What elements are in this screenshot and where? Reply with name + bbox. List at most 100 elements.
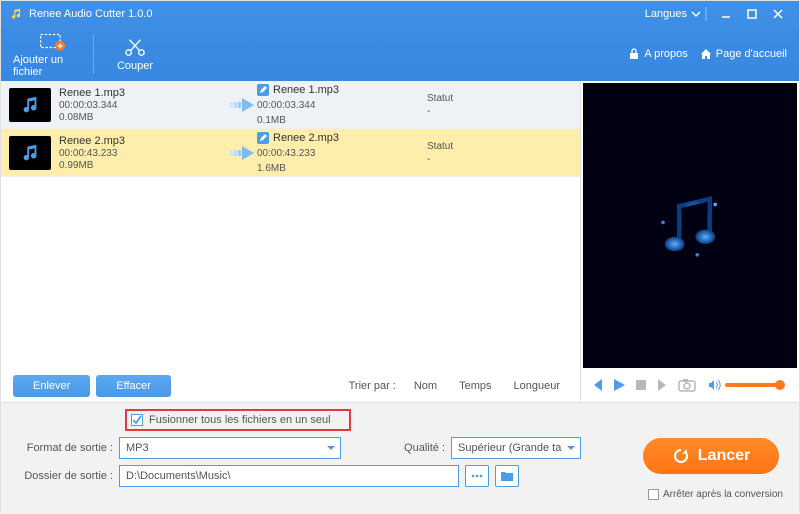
file-panel: Renee 1.mp3 00:00:03.344 0.08MB Renee 1.… bbox=[1, 81, 581, 402]
format-label: Format de sortie : bbox=[13, 442, 113, 454]
stop-after-label: Arrêter après la conversion bbox=[663, 489, 783, 500]
arrow-icon bbox=[229, 96, 257, 114]
sort-label: Trier par : bbox=[349, 380, 396, 392]
preview-panel bbox=[581, 81, 799, 402]
format-value: MP3 bbox=[126, 442, 149, 454]
status-cell: Statut - bbox=[427, 141, 507, 165]
input-duration: 00:00:03.344 bbox=[59, 100, 125, 111]
output-size: 1.6MB bbox=[257, 163, 286, 174]
merge-label: Fusionner tous les fichiers en un seul bbox=[149, 414, 331, 426]
format-select[interactable]: MP3 bbox=[119, 437, 341, 459]
sort-time[interactable]: Temps bbox=[459, 380, 491, 392]
status-label: Statut bbox=[427, 141, 453, 152]
file-list: Renee 1.mp3 00:00:03.344 0.08MB Renee 1.… bbox=[1, 81, 580, 370]
input-duration: 00:00:43.233 bbox=[59, 148, 125, 159]
chevron-down-icon bbox=[566, 443, 576, 453]
language-menu[interactable]: Langues bbox=[639, 7, 713, 21]
output-name: Renee 2.mp3 bbox=[273, 132, 339, 144]
edit-icon[interactable] bbox=[257, 84, 269, 96]
output-cell: Renee 2.mp3 00:00:43.233 1.6MB bbox=[257, 132, 427, 174]
home-link[interactable]: Page d'accueil bbox=[700, 48, 787, 60]
input-cell: Renee 1.mp3 00:00:03.344 0.08MB bbox=[9, 87, 229, 123]
snapshot-button[interactable] bbox=[677, 377, 697, 393]
music-note-icon bbox=[19, 142, 41, 164]
launch-label: Lancer bbox=[698, 447, 750, 465]
cut-label: Couper bbox=[117, 60, 153, 72]
add-file-button[interactable]: Ajouter un fichier bbox=[13, 27, 91, 81]
status-value: - bbox=[427, 106, 430, 117]
add-file-label: Ajouter un fichier bbox=[13, 54, 91, 78]
toolbar-separator bbox=[93, 34, 94, 74]
player-controls bbox=[581, 368, 799, 402]
app-title: Renee Audio Cutter 1.0.0 bbox=[29, 8, 153, 20]
outdir-value: D:\Documents\Music\ bbox=[126, 470, 231, 482]
arrow-icon bbox=[229, 144, 257, 162]
volume-control[interactable] bbox=[707, 378, 781, 392]
outdir-input[interactable]: D:\Documents\Music\ bbox=[119, 465, 459, 487]
merge-checkbox[interactable] bbox=[131, 414, 143, 426]
merge-highlight: Fusionner tous les fichiers en un seul bbox=[125, 409, 351, 431]
music-note-icon bbox=[19, 94, 41, 116]
stop-after-option[interactable]: Arrêter après la conversion bbox=[648, 489, 783, 500]
preview-area bbox=[583, 83, 797, 368]
input-size: 0.08MB bbox=[59, 112, 125, 123]
divider bbox=[705, 7, 707, 21]
home-label: Page d'accueil bbox=[716, 48, 787, 60]
next-button[interactable] bbox=[655, 377, 671, 393]
about-link[interactable]: A propos bbox=[628, 48, 687, 60]
volume-icon bbox=[707, 378, 721, 392]
input-cell: Renee 2.mp3 00:00:43.233 0.99MB bbox=[9, 135, 229, 171]
file-row[interactable]: Renee 2.mp3 00:00:43.233 0.99MB Renee 2.… bbox=[1, 129, 580, 177]
add-file-icon bbox=[39, 30, 65, 52]
output-duration: 00:00:43.233 bbox=[257, 148, 315, 159]
title-bar: Renee Audio Cutter 1.0.0 Langues bbox=[1, 1, 799, 27]
close-button[interactable] bbox=[765, 3, 791, 25]
output-name: Renee 1.mp3 bbox=[273, 84, 339, 96]
settings-panel: Fusionner tous les fichiers en un seul F… bbox=[1, 402, 799, 514]
prev-button[interactable] bbox=[589, 377, 605, 393]
maximize-button[interactable] bbox=[739, 3, 765, 25]
main-area: Renee 1.mp3 00:00:03.344 0.08MB Renee 1.… bbox=[1, 81, 799, 402]
quality-select[interactable]: Supérieur (Grande ta bbox=[451, 437, 581, 459]
status-label: Statut bbox=[427, 93, 453, 104]
refresh-icon bbox=[672, 447, 690, 465]
launch-button[interactable]: Lancer bbox=[643, 438, 779, 474]
about-label: A propos bbox=[644, 48, 687, 60]
list-actions: Enlever Effacer Trier par : Nom Temps Lo… bbox=[1, 370, 580, 402]
output-duration: 00:00:03.344 bbox=[257, 100, 315, 111]
remove-button[interactable]: Enlever bbox=[13, 375, 90, 397]
chevron-down-icon bbox=[326, 443, 336, 453]
minimize-button[interactable] bbox=[713, 3, 739, 25]
quality-value: Supérieur (Grande ta bbox=[458, 442, 561, 454]
file-row[interactable]: Renee 1.mp3 00:00:03.344 0.08MB Renee 1.… bbox=[1, 81, 580, 129]
edit-icon[interactable] bbox=[257, 132, 269, 144]
volume-slider[interactable] bbox=[725, 383, 781, 387]
cut-button[interactable]: Couper bbox=[96, 27, 174, 81]
output-cell: Renee 1.mp3 00:00:03.344 0.1MB bbox=[257, 84, 427, 126]
chevron-down-icon bbox=[691, 9, 701, 19]
input-size: 0.99MB bbox=[59, 160, 125, 171]
sort-length[interactable]: Longueur bbox=[514, 380, 561, 392]
sort-name[interactable]: Nom bbox=[414, 380, 437, 392]
stop-button[interactable] bbox=[633, 377, 649, 393]
browse-button[interactable] bbox=[465, 465, 489, 487]
scissors-icon bbox=[122, 36, 148, 58]
clear-button[interactable]: Effacer bbox=[96, 375, 171, 397]
file-thumbnail bbox=[9, 88, 51, 122]
input-name: Renee 1.mp3 bbox=[59, 87, 125, 99]
music-note-icon bbox=[645, 181, 735, 271]
language-label: Langues bbox=[645, 8, 687, 20]
folder-icon bbox=[500, 470, 514, 482]
toolbar: Ajouter un fichier Couper A propos Page … bbox=[1, 27, 799, 81]
quality-label: Qualité : bbox=[393, 442, 445, 454]
status-cell: Statut - bbox=[427, 93, 507, 117]
stop-after-checkbox[interactable] bbox=[648, 489, 659, 500]
status-value: - bbox=[427, 154, 430, 165]
input-name: Renee 2.mp3 bbox=[59, 135, 125, 147]
outdir-label: Dossier de sortie : bbox=[13, 470, 113, 482]
play-button[interactable] bbox=[611, 377, 627, 393]
lock-icon bbox=[628, 48, 640, 60]
file-thumbnail bbox=[9, 136, 51, 170]
home-icon bbox=[700, 48, 712, 60]
open-folder-button[interactable] bbox=[495, 465, 519, 487]
